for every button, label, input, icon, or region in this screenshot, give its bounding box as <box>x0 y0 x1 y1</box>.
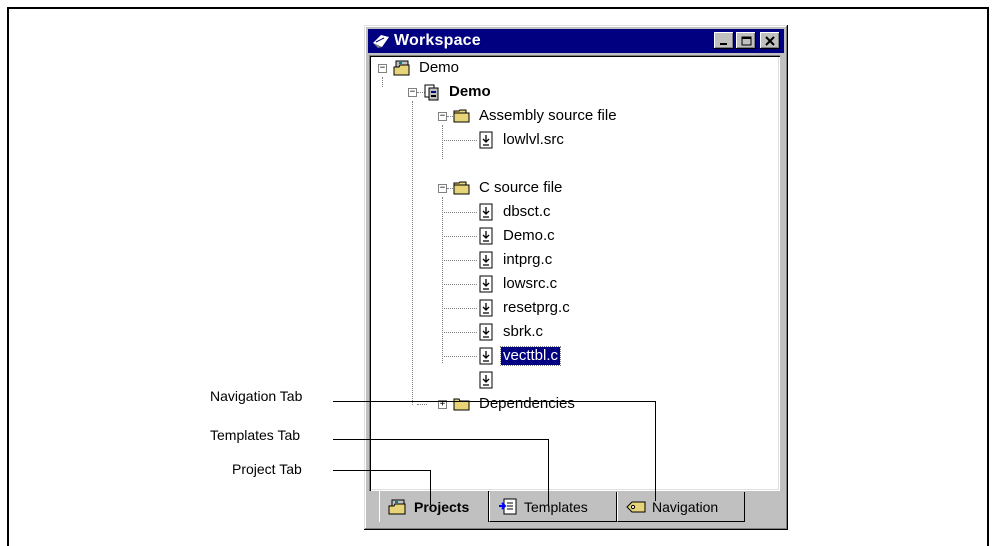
close-button[interactable] <box>760 32 780 49</box>
tree-label: lowsrc.c <box>503 275 558 292</box>
collapse-toggle[interactable]: − <box>438 184 447 193</box>
tree-item-file[interactable]: resetprg.c <box>477 296 572 320</box>
tree-line <box>442 197 443 363</box>
tree-item-project[interactable]: Demo <box>423 80 493 104</box>
tree-label: intprg.c <box>503 251 553 268</box>
source-file-icon <box>479 299 493 317</box>
tree-label: lowlvl.src <box>503 131 564 148</box>
tree-item-folder[interactable]: C source file <box>453 176 564 200</box>
project-icon <box>424 84 439 101</box>
callout-line <box>655 401 656 501</box>
tree-item-folder-collapsed[interactable]: Dependencies <box>453 392 577 416</box>
collapse-toggle[interactable]: − <box>438 112 447 121</box>
tree-item-file[interactable] <box>477 368 505 392</box>
source-file-icon <box>479 371 493 389</box>
tree-label: Assembly source file <box>479 107 617 124</box>
tree-item-file[interactable]: intprg.c <box>477 248 554 272</box>
tree-label: sbrk.c <box>503 323 544 340</box>
window-title: Workspace <box>394 32 481 49</box>
tree-item-file[interactable]: Demo.c <box>477 224 557 248</box>
tree-line <box>442 125 443 159</box>
templates-icon <box>499 498 517 514</box>
collapse-toggle[interactable]: − <box>378 64 387 73</box>
callout-line <box>333 401 655 402</box>
source-file-icon <box>479 347 493 365</box>
tree-label: resetprg.c <box>503 299 570 316</box>
callout-line <box>548 439 549 507</box>
tree-label: C source file <box>479 179 563 196</box>
source-file-icon <box>479 275 493 293</box>
folder-closed-icon <box>453 398 470 411</box>
tree-line <box>412 101 413 405</box>
callout-navigation-tab: Navigation Tab <box>210 388 303 404</box>
source-file-icon <box>479 131 493 149</box>
project-tree[interactable]: − − − − + Demo Demo Assembly source file… <box>369 55 780 491</box>
collapse-toggle[interactable]: − <box>408 88 417 97</box>
close-icon <box>765 35 775 46</box>
minimize-button[interactable] <box>714 32 734 49</box>
source-file-icon <box>479 323 493 341</box>
tree-label: Demo <box>449 83 491 100</box>
callout-line <box>333 439 548 440</box>
tree-item-file[interactable]: dbsct.c <box>477 200 553 224</box>
workspace-folder-icon <box>393 60 410 76</box>
folder-open-icon <box>453 109 470 123</box>
tree-line <box>442 260 477 261</box>
tree-line <box>442 308 477 309</box>
tab-label: Navigation <box>652 498 719 515</box>
tree-item-file-selected[interactable]: vecttbl.c <box>477 344 562 368</box>
tab-label: Templates <box>524 498 588 515</box>
tree-line <box>442 140 477 141</box>
title-bar[interactable]: Workspace <box>368 29 784 53</box>
workspace-window: Workspace − − − − + Demo Demo Assembly s… <box>364 25 788 530</box>
tree-label: Demo.c <box>503 227 555 244</box>
tree-label: Demo <box>419 59 460 76</box>
tree-line <box>382 77 383 87</box>
maximize-button[interactable] <box>736 32 756 49</box>
tab-label: Projects <box>414 498 470 515</box>
folder-open-icon <box>453 181 470 195</box>
workspace-icon <box>373 35 389 48</box>
tree-item-file[interactable]: sbrk.c <box>477 320 545 344</box>
tab-navigation[interactable]: Navigation <box>617 492 745 522</box>
callout-project-tab: Project Tab <box>232 461 302 477</box>
tree-item-workspace[interactable]: Demo <box>393 56 461 80</box>
source-file-icon <box>479 203 493 221</box>
tree-line <box>442 212 477 213</box>
callout-line <box>333 470 430 471</box>
tree-item-file[interactable]: lowsrc.c <box>477 272 559 296</box>
tree-line <box>442 236 477 237</box>
callout-line <box>430 470 431 505</box>
tree-line <box>442 356 477 357</box>
callout-templates-tab: Templates Tab <box>210 427 301 443</box>
tab-templates[interactable]: Templates <box>489 492 617 522</box>
tree-line <box>442 332 477 333</box>
tab-projects[interactable]: Projects <box>379 491 489 522</box>
minimize-icon <box>720 42 727 45</box>
maximize-icon <box>741 36 751 45</box>
tree-label: dbsct.c <box>503 203 551 220</box>
tree-label: Dependencies <box>479 395 575 412</box>
navigation-icon <box>626 501 646 512</box>
tree-line <box>417 404 427 405</box>
tree-item-file[interactable]: lowlvl.src <box>477 128 566 152</box>
tree-label: vecttbl.c <box>499 346 562 366</box>
source-file-icon <box>479 251 493 269</box>
tree-item-folder[interactable]: Assembly source file <box>453 104 619 128</box>
tree-line <box>442 284 477 285</box>
projects-icon <box>388 499 406 514</box>
source-file-icon <box>479 227 493 245</box>
